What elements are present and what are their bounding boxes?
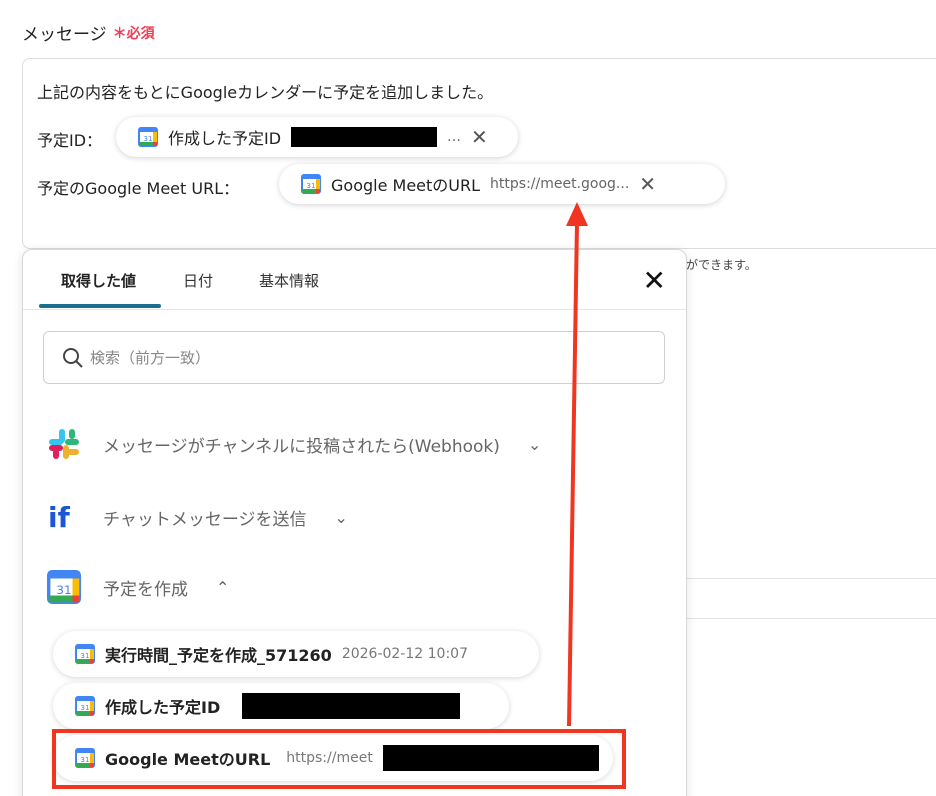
item-title: 実行時間_予定を作成_571260 xyxy=(105,646,332,665)
search-box[interactable] xyxy=(43,331,665,384)
section-title: 予定を作成 xyxy=(103,579,188,600)
annotation-highlight-box xyxy=(52,729,626,789)
pill-title: Google MeetのURL xyxy=(331,176,481,195)
pill-value: https://meet.goog... xyxy=(490,176,630,192)
active-tab-indicator xyxy=(39,304,161,308)
close-icon[interactable]: ✕ xyxy=(643,264,666,297)
chevron-up-icon: ⌃ xyxy=(216,577,230,597)
field-label-row: メッセージ ＊必須 xyxy=(22,20,155,45)
search-input[interactable] xyxy=(90,348,590,367)
section-chat-send[interactable]: if チャットメッセージを送信 ⌄ xyxy=(47,500,348,534)
pill-title: 作成した予定ID xyxy=(168,129,282,148)
google-calendar-icon: 31 xyxy=(75,644,95,664)
section-title: チャットメッセージを送信 xyxy=(103,509,307,530)
tab-bar: 取得した値 日付 基本情報 ✕ xyxy=(23,250,686,310)
divider xyxy=(686,578,936,579)
redacted-value xyxy=(291,127,438,147)
svg-text:31: 31 xyxy=(81,704,90,712)
variable-pill-event-id[interactable]: 31 作成した予定ID … ✕ xyxy=(116,117,518,157)
tab-acquired-values[interactable]: 取得した値 xyxy=(61,270,136,291)
google-calendar-icon: 31 xyxy=(138,127,158,147)
if-icon: if xyxy=(48,501,71,534)
svg-text:31: 31 xyxy=(307,182,316,190)
google-calendar-icon: 31 xyxy=(301,174,321,194)
field-label: メッセージ xyxy=(22,25,107,45)
google-calendar-icon: 31 xyxy=(47,570,81,604)
pill-value-ellipsis: … xyxy=(447,129,462,145)
remove-pill-close-icon[interactable]: ✕ xyxy=(471,127,488,147)
editor-line-1: 上記の内容をもとにGoogleカレンダーに予定を追加しました。 xyxy=(37,83,494,102)
google-calendar-icon: 31 xyxy=(75,696,95,716)
redacted-value xyxy=(242,693,461,719)
variable-item-event-id[interactable]: 31 作成した予定ID xyxy=(53,683,509,729)
required-badge: ＊必須 xyxy=(112,25,155,42)
chevron-down-icon: ⌄ xyxy=(527,434,542,454)
editor-line-meet-url-label: 予定のGoogle Meet URL： xyxy=(37,179,240,198)
section-slack-trigger[interactable]: メッセージがチャンネルに投稿されたら(Webhook) ⌄ xyxy=(47,427,541,461)
section-create-event[interactable]: 31 予定を作成 ⌃ xyxy=(47,570,229,604)
divider xyxy=(686,618,936,619)
chevron-down-icon: ⌄ xyxy=(334,507,348,527)
svg-text:31: 31 xyxy=(144,135,153,143)
slack-icon xyxy=(49,429,79,459)
tab-basic-info[interactable]: 基本情報 xyxy=(259,270,319,291)
variable-item-execution-time[interactable]: 31 実行時間_予定を作成_571260 2026-02-12 10:07 xyxy=(53,631,539,677)
search-icon xyxy=(63,347,83,368)
svg-text:31: 31 xyxy=(56,583,71,597)
editor-line-event-id-label: 予定ID： xyxy=(37,131,103,150)
svg-text:if: if xyxy=(48,501,71,534)
remove-pill-close-icon[interactable]: ✕ xyxy=(639,174,656,194)
svg-text:31: 31 xyxy=(81,652,90,660)
hint-text: ができます。 xyxy=(686,258,757,272)
tab-date[interactable]: 日付 xyxy=(183,270,213,291)
item-value: 2026-02-12 10:07 xyxy=(341,646,468,662)
item-title: 作成した予定ID xyxy=(105,698,221,717)
variable-pill-meet-url[interactable]: 31 Google MeetのURL https://meet.goog... … xyxy=(279,164,725,204)
section-title: メッセージがチャンネルに投稿されたら(Webhook) xyxy=(103,436,500,457)
